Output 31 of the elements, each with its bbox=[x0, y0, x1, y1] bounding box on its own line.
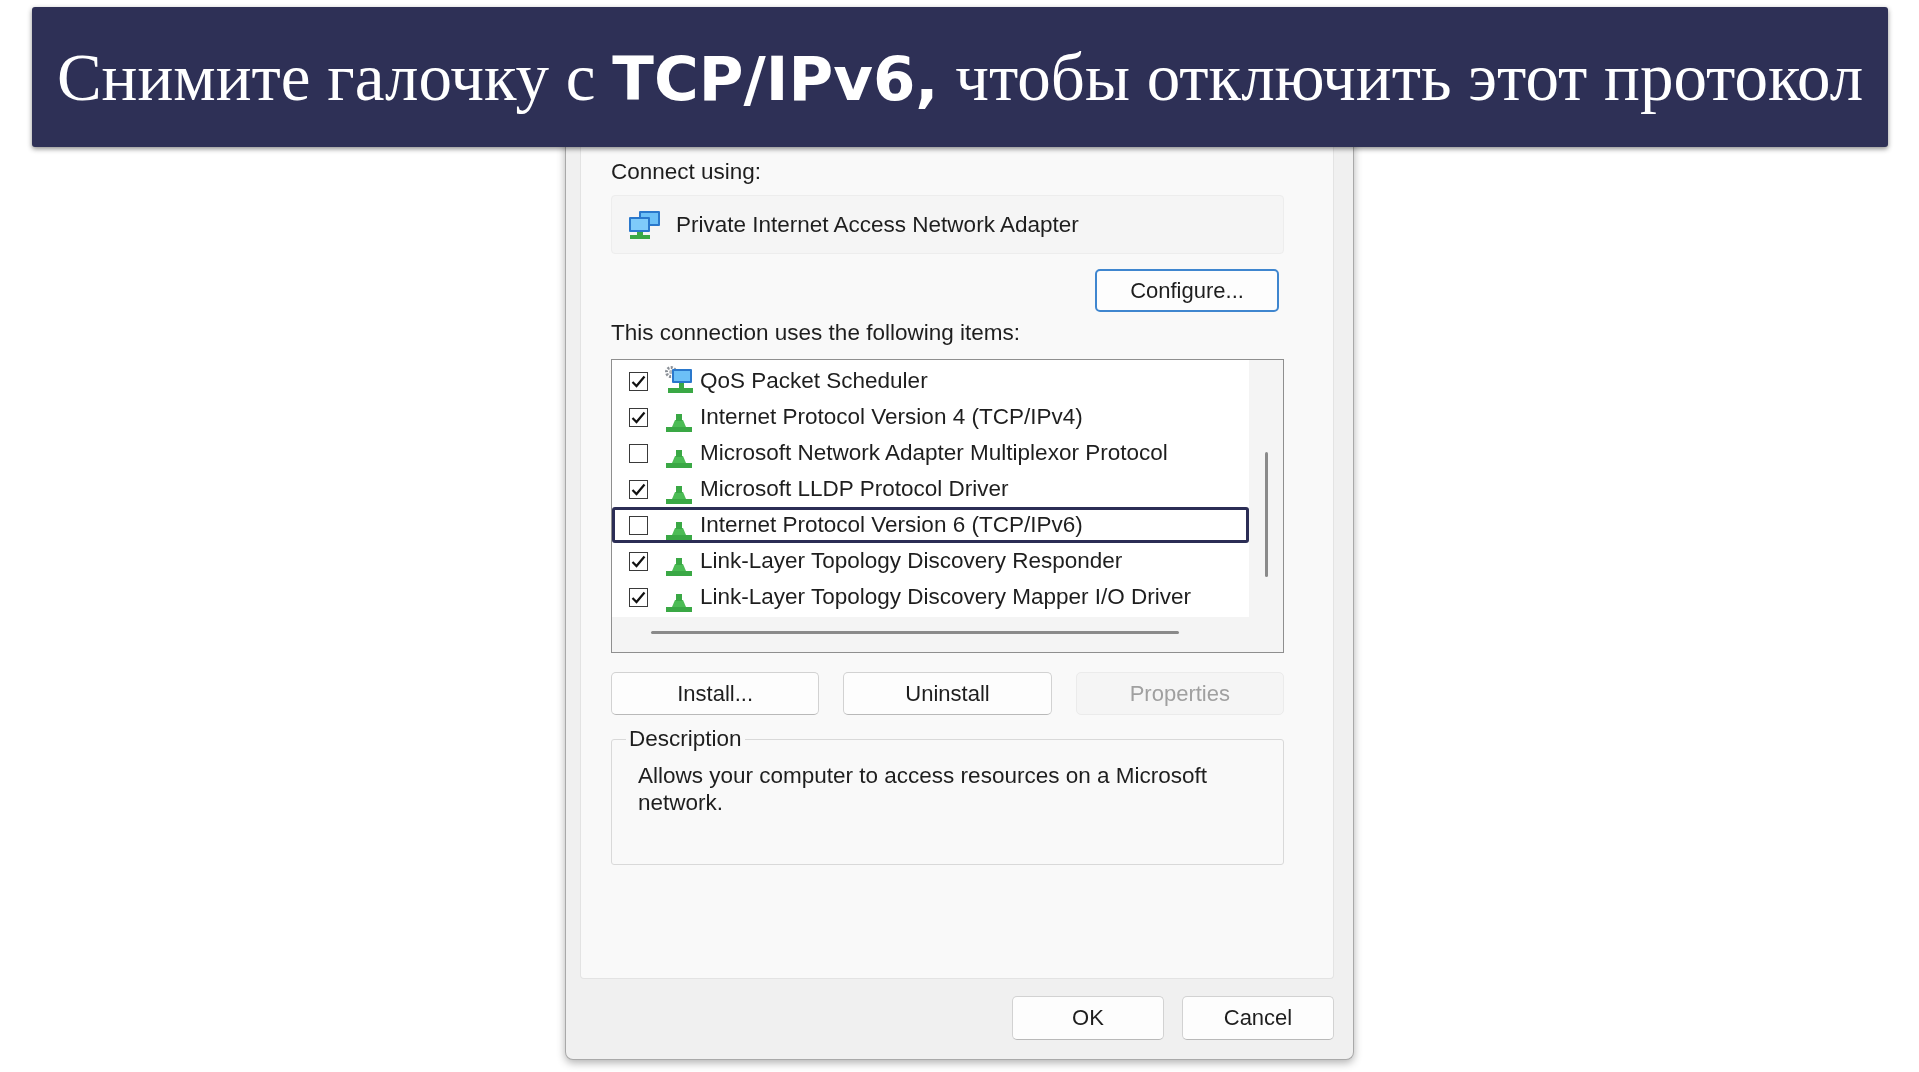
list-item[interactable]: Link-Layer Topology Discovery Mapper I/O Driver bbox=[612, 579, 1249, 615]
checkbox[interactable] bbox=[629, 479, 648, 499]
checkbox[interactable] bbox=[629, 587, 648, 607]
horizontal-scrollbar[interactable] bbox=[612, 617, 1249, 652]
cancel-button[interactable]: Cancel bbox=[1182, 996, 1334, 1040]
list-item[interactable]: QoS Packet Scheduler bbox=[612, 363, 1249, 399]
adapter-name: Private Internet Access Network Adapter bbox=[676, 211, 1079, 238]
ok-button[interactable]: OK bbox=[1012, 996, 1164, 1040]
scrollbar-thumb[interactable] bbox=[1265, 452, 1268, 577]
vertical-scrollbar[interactable] bbox=[1249, 360, 1283, 652]
checkbox[interactable] bbox=[629, 551, 648, 571]
group-title: Description bbox=[628, 726, 743, 752]
checkbox[interactable] bbox=[629, 515, 648, 535]
checkbox[interactable] bbox=[629, 443, 648, 463]
checkbox[interactable] bbox=[629, 371, 648, 391]
caption-text: Снимите галочку с TCP/IPv6, чтобы отключить этот протокол bbox=[56, 38, 1864, 116]
scrollbar-thumb[interactable] bbox=[651, 631, 1179, 634]
list-item[interactable]: Microsoft LLDP Protocol Driver bbox=[612, 471, 1249, 507]
monitor-gear-icon bbox=[665, 366, 693, 396]
description-text: Allows your computer to access resources on a Microsoft network. bbox=[638, 762, 1208, 816]
list-item[interactable]: Internet Protocol Version 6 (TCP/IPv6) bbox=[612, 507, 1249, 543]
install-button[interactable]: Install... bbox=[611, 672, 820, 715]
list-item[interactable]: Microsoft Network Adapter Multiplexor Protocol bbox=[612, 435, 1249, 471]
configure-button[interactable]: Configure... bbox=[1095, 269, 1279, 312]
computers-icon bbox=[627, 209, 661, 240]
list-item[interactable]: Internet Protocol Version 4 (TCP/IPv4) bbox=[612, 399, 1249, 435]
list-item[interactable]: Link-Layer Topology Discovery Responder bbox=[612, 543, 1249, 579]
list-label: This connection uses the following items: bbox=[611, 320, 1020, 346]
checkbox[interactable] bbox=[629, 407, 648, 427]
uninstall-button[interactable]: Uninstall bbox=[843, 672, 1052, 715]
field-label: Connect using: bbox=[611, 159, 762, 185]
